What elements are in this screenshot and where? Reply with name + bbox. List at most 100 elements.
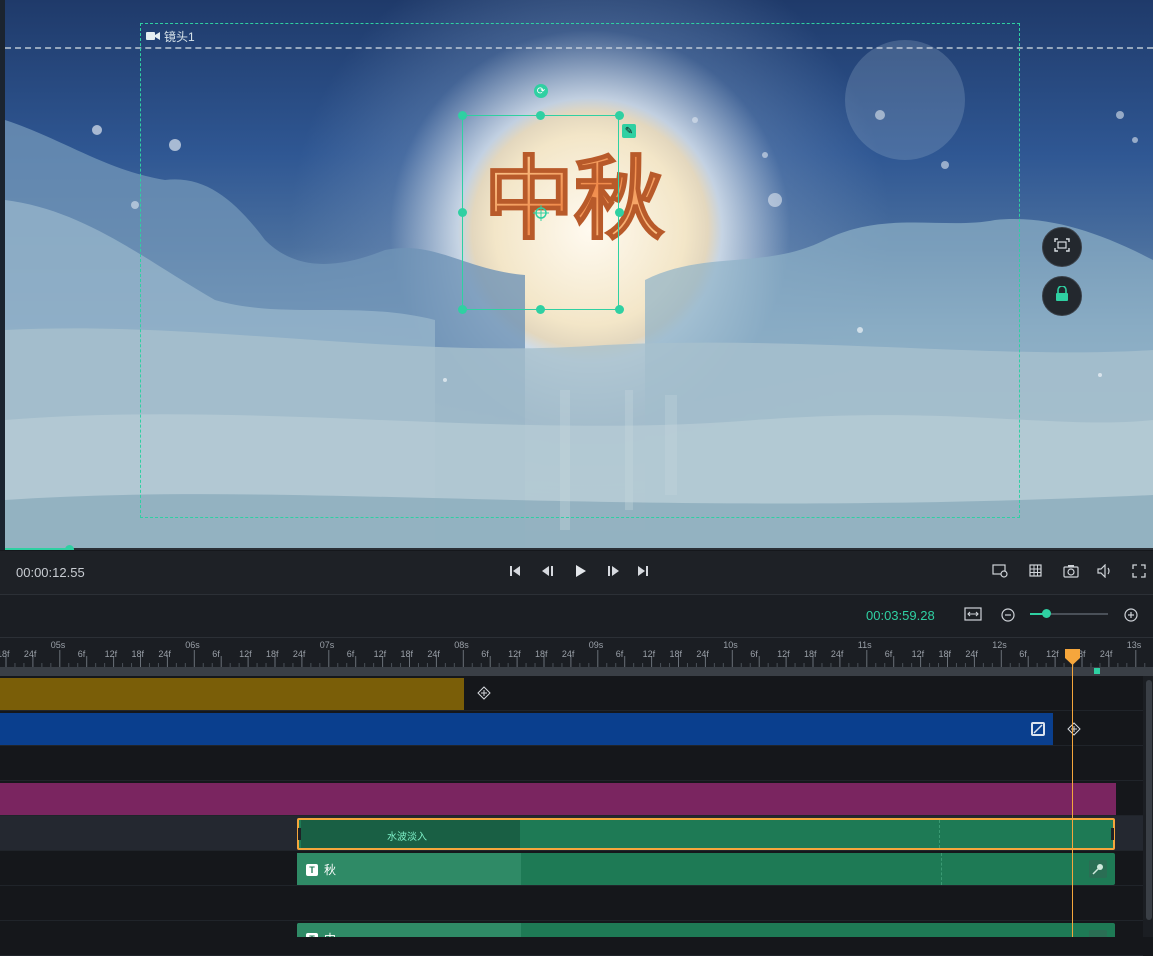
marker-icon[interactable] [1094, 668, 1100, 674]
preview-progress-track[interactable] [5, 548, 1153, 550]
text-clip-label: T 中 [306, 930, 336, 937]
magenta-clip[interactable] [0, 783, 1116, 815]
resize-handle-right[interactable] [615, 208, 624, 217]
add-keyframe-icon[interactable] [477, 686, 491, 700]
ruler-tick-label: 24f [562, 649, 575, 659]
skip-start-icon[interactable] [507, 563, 523, 579]
timeline-scrollbar-thumb[interactable] [1146, 680, 1152, 920]
text-clip-label: T 秋 [306, 861, 336, 878]
clip-divider [939, 820, 940, 848]
volume-icon[interactable] [1097, 563, 1113, 579]
fit-timeline-icon[interactable] [964, 607, 982, 626]
ruler-tick-label: 6f [481, 649, 489, 659]
clip-link-icon[interactable] [1089, 860, 1107, 878]
ruler-tick-label: 24f [293, 649, 306, 659]
ruler-tick-label: 18f [535, 649, 548, 659]
playhead-line[interactable] [1072, 660, 1073, 937]
ruler-tick-label: 10s [723, 640, 738, 650]
grid-icon[interactable] [1028, 563, 1044, 579]
zoom-in-icon[interactable] [1124, 608, 1138, 627]
transition-label: 水波淡入 [387, 832, 427, 843]
ruler-tick-label: 12f [643, 649, 656, 659]
lock-icon [1055, 284, 1069, 307]
lock-button[interactable] [1042, 276, 1082, 316]
camera-label: 镜头1 [146, 28, 195, 45]
rotate-icon[interactable]: ⟳ [534, 84, 548, 98]
resize-handle-bottom[interactable] [536, 305, 545, 314]
ruler-tick-label: 6f [750, 649, 758, 659]
ruler-tick-label: 12f [777, 649, 790, 659]
ruler-tick-label: 12s [992, 640, 1007, 650]
add-keyframe-icon[interactable] [1067, 722, 1081, 736]
skip-end-icon[interactable] [635, 563, 651, 579]
pencil-icon[interactable]: ✎ [622, 124, 636, 138]
preview-progress-knob[interactable] [65, 545, 74, 550]
fit-screen-icon [1054, 237, 1070, 257]
ruler-tick-label: 24f [696, 649, 709, 659]
ruler-tick-label: 6f [1019, 649, 1027, 659]
clip-divider [941, 853, 942, 885]
ruler-tick-label: 6f [78, 649, 86, 659]
ruler-tick-label: 07s [320, 640, 335, 650]
ruler-tick-label: 24f [427, 649, 440, 659]
text-clip-zhong[interactable]: T 中 [297, 923, 1115, 937]
fullscreen-icon[interactable] [1131, 563, 1147, 579]
ruler-tick-label: 18f [670, 649, 683, 659]
zoom-slider-knob[interactable] [1042, 609, 1051, 618]
ruler-tick-label: 12f [1046, 649, 1059, 659]
ruler-tick-label: 12f [374, 649, 387, 659]
current-time: 00:00:12.55 [16, 565, 85, 580]
ruler-tick-label: 18f [132, 649, 145, 659]
track-row[interactable] [0, 886, 1143, 921]
ruler-tick-label: 18f [0, 649, 10, 659]
ruler-tick-label: 12f [508, 649, 521, 659]
track-row[interactable] [0, 746, 1143, 781]
ruler-tick-label: 11s [858, 640, 872, 650]
ruler-tick-label: 12f [105, 649, 118, 659]
clip-link-icon[interactable] [1089, 930, 1107, 937]
selected-clip[interactable]: 水波淡入 [297, 818, 1115, 850]
ruler-tick-label: 24f [158, 649, 171, 659]
zoom-out-icon[interactable] [1001, 608, 1015, 627]
resize-handle-left[interactable] [458, 208, 467, 217]
ruler-tick-label: 06s [185, 640, 200, 650]
ruler-scrub-strip[interactable] [0, 667, 1153, 676]
ruler-tick-label: 24f [24, 649, 37, 659]
ruler-tick-label: 05s [51, 640, 66, 650]
ruler-tick-label: 24f [1100, 649, 1113, 659]
camera-icon [146, 30, 160, 44]
ruler-tick-label: 18f [804, 649, 817, 659]
ruler-tick-label: 18f [401, 649, 414, 659]
ruler-tick-label: 24f [965, 649, 978, 659]
resize-handle-bottom-right[interactable] [615, 305, 624, 314]
resize-handle-top-left[interactable] [458, 111, 467, 120]
timeline-ruler[interactable]: 18f 24f 05s 6f 12f 18f 24f 06s 6f 12f 18f 24f 07s 6f 1… [0, 638, 1153, 668]
ruler-tick-label: 6f [885, 649, 893, 659]
play-icon[interactable] [573, 563, 589, 579]
blue-clip[interactable] [0, 713, 1053, 745]
resize-handle-bottom-left[interactable] [458, 305, 467, 314]
total-duration: 00:03:59.28 [866, 608, 935, 623]
resize-handle-top-right[interactable] [615, 111, 624, 120]
resize-handle-top[interactable] [536, 111, 545, 120]
screenshot-icon[interactable] [1063, 563, 1079, 579]
preview-settings-icon[interactable] [992, 563, 1008, 579]
preview-canvas[interactable]: 镜头1 中秋 ⟳ ✎ [0, 0, 1153, 550]
ruler-tick-label: 6f [616, 649, 624, 659]
text-clip-qiu[interactable]: T 秋 [297, 853, 1115, 885]
trim-handle-left[interactable] [298, 828, 301, 840]
fit-screen-button[interactable] [1042, 227, 1082, 267]
ruler-tick-label: 6f [347, 649, 355, 659]
step-forward-icon[interactable] [605, 563, 621, 579]
anchor-point-icon[interactable] [533, 205, 549, 221]
trim-handle-right[interactable] [1111, 828, 1114, 840]
gold-clip[interactable] [0, 678, 464, 710]
step-back-icon[interactable] [540, 563, 556, 579]
ruler-ticks: 18f 24f 05s 6f 12f 18f 24f 06s 6f 12f 18f 24f 07s 6f 1… [0, 640, 1146, 668]
ruler-tick-label: 12f [912, 649, 925, 659]
clip-effect-icon[interactable] [1031, 722, 1045, 736]
playhead-handle[interactable] [1064, 648, 1081, 666]
ruler-tick-label: 6f [212, 649, 220, 659]
preview-progress-fill [5, 548, 69, 550]
ruler-tick-label: 12f [239, 649, 252, 659]
